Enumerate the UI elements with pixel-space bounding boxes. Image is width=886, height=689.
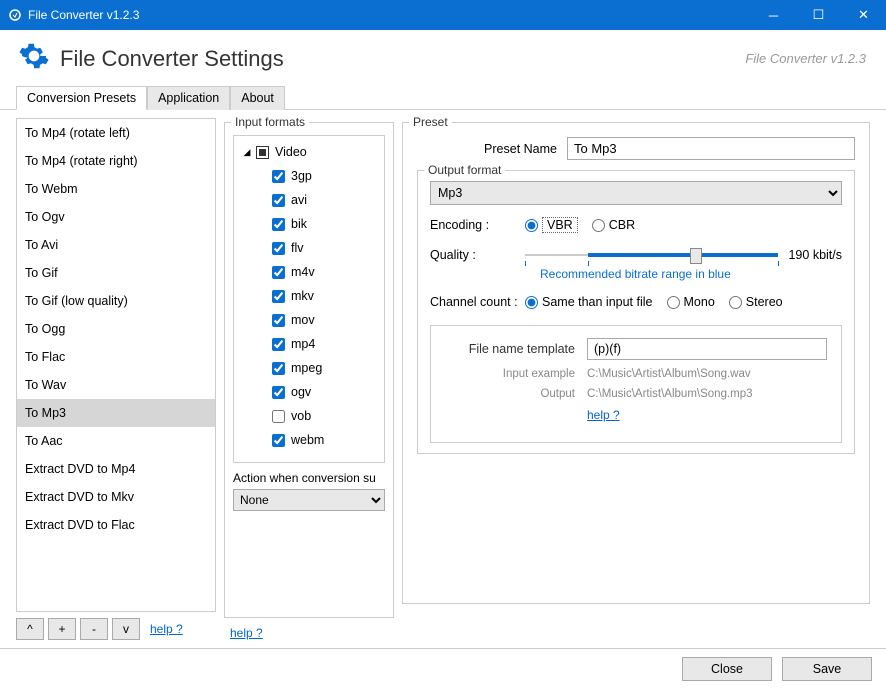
preset-name-label: Preset Name <box>417 142 557 156</box>
preset-item[interactable]: To Mp4 (rotate left) <box>17 119 215 147</box>
minimize-button[interactable]: ─ <box>751 0 796 30</box>
preset-item[interactable]: To Mp4 (rotate right) <box>17 147 215 175</box>
remove-preset-button[interactable]: - <box>80 618 108 640</box>
input-example-value: C:\Music\Artist\Album\Song.wav <box>587 368 751 380</box>
bitrate-note: Recommended bitrate range in blue <box>540 267 842 281</box>
input-formats-column: Input formats ◢ Video 3gpavibikflvm4vmkv… <box>224 118 394 640</box>
input-example-label: Input example <box>445 368 575 380</box>
preset-item[interactable]: To Gif <box>17 259 215 287</box>
template-help-link[interactable]: help ? <box>587 408 620 422</box>
format-item[interactable]: mkv <box>238 284 380 308</box>
version-label: File Converter v1.2.3 <box>745 51 866 66</box>
quality-slider[interactable] <box>525 245 778 265</box>
input-formats-legend: Input formats <box>231 115 309 129</box>
tab-conversion-presets[interactable]: Conversion Presets <box>16 86 147 110</box>
save-button[interactable]: Save <box>782 657 872 681</box>
format-checkbox[interactable] <box>272 434 285 447</box>
output-format-legend: Output format <box>424 163 505 177</box>
close-button[interactable]: Close <box>682 657 772 681</box>
preset-item[interactable]: Extract DVD to Flac <box>17 511 215 539</box>
format-item[interactable]: avi <box>238 188 380 212</box>
close-window-button[interactable]: ✕ <box>841 0 886 30</box>
channel-same-radio[interactable]: Same than input file <box>525 295 653 309</box>
window-title: File Converter v1.2.3 <box>28 8 139 22</box>
preset-list: To Mp4 (rotate left)To Mp4 (rotate right… <box>16 118 216 612</box>
gear-icon <box>18 40 50 77</box>
tab-application[interactable]: Application <box>147 86 230 110</box>
quality-label: Quality : <box>430 248 525 262</box>
channel-mono-radio[interactable]: Mono <box>667 295 715 309</box>
action-select[interactable]: None <box>233 489 385 511</box>
action-label: Action when conversion su <box>233 471 385 485</box>
preset-item[interactable]: To Aac <box>17 427 215 455</box>
format-checkbox[interactable] <box>272 314 285 327</box>
preset-item[interactable]: Extract DVD to Mp4 <box>17 455 215 483</box>
preset-details-column: Preset Preset Name Output format Mp3 Enc… <box>402 118 870 640</box>
move-up-button[interactable]: ^ <box>16 618 44 640</box>
channel-label: Channel count : <box>430 295 525 309</box>
page-title: File Converter Settings <box>60 46 284 72</box>
file-template-label: File name template <box>445 342 575 356</box>
preset-item[interactable]: To Ogv <box>17 203 215 231</box>
preset-item[interactable]: To Gif (low quality) <box>17 287 215 315</box>
channel-stereo-radio[interactable]: Stereo <box>729 295 783 309</box>
preset-item[interactable]: To Mp3 <box>17 399 215 427</box>
format-checkbox[interactable] <box>272 290 285 303</box>
add-preset-button[interactable]: + <box>48 618 76 640</box>
format-item[interactable]: mov <box>238 308 380 332</box>
format-item[interactable]: mpeg <box>238 356 380 380</box>
preset-item[interactable]: To Wav <box>17 371 215 399</box>
output-example-label: Output <box>445 388 575 400</box>
format-checkbox[interactable] <box>272 410 285 423</box>
presets-column: To Mp4 (rotate left)To Mp4 (rotate right… <box>16 118 216 640</box>
output-example-value: C:\Music\Artist\Album\Song.mp3 <box>587 388 753 400</box>
video-mixed-checkbox[interactable] <box>256 146 269 159</box>
format-item[interactable]: webm <box>238 428 380 452</box>
titlebar: File Converter v1.2.3 ─ ☐ ✕ <box>0 0 886 30</box>
format-checkbox[interactable] <box>272 266 285 279</box>
tab-about[interactable]: About <box>230 86 285 110</box>
header: File Converter Settings File Converter v… <box>0 30 886 85</box>
tree-category-video[interactable]: ◢ Video <box>238 140 380 164</box>
output-format-select[interactable]: Mp3 <box>430 181 842 205</box>
collapse-icon[interactable]: ◢ <box>242 141 252 163</box>
preset-item[interactable]: To Avi <box>17 231 215 259</box>
format-checkbox[interactable] <box>272 338 285 351</box>
format-checkbox[interactable] <box>272 362 285 375</box>
file-template-input[interactable] <box>587 338 827 360</box>
preset-name-input[interactable] <box>567 137 855 160</box>
format-item[interactable]: mp4 <box>238 332 380 356</box>
format-item[interactable]: bik <box>238 212 380 236</box>
format-tree[interactable]: ◢ Video 3gpavibikflvm4vmkvmovmp4mpegogvv… <box>233 135 385 463</box>
preset-item[interactable]: To Flac <box>17 343 215 371</box>
format-checkbox[interactable] <box>272 386 285 399</box>
preset-item[interactable]: Extract DVD to Mkv <box>17 483 215 511</box>
format-item[interactable]: 3gp <box>238 164 380 188</box>
format-item[interactable]: flv <box>238 236 380 260</box>
format-checkbox[interactable] <box>272 242 285 255</box>
format-checkbox[interactable] <box>272 218 285 231</box>
maximize-button[interactable]: ☐ <box>796 0 841 30</box>
format-checkbox[interactable] <box>272 170 285 183</box>
preset-legend: Preset <box>409 115 452 129</box>
format-item[interactable]: m4v <box>238 260 380 284</box>
format-item[interactable]: ogv <box>238 380 380 404</box>
app-icon <box>8 8 22 22</box>
format-checkbox[interactable] <box>272 194 285 207</box>
move-down-button[interactable]: v <box>112 618 140 640</box>
preset-item[interactable]: To Ogg <box>17 315 215 343</box>
encoding-label: Encoding : <box>430 218 525 232</box>
quality-value: 190 kbit/s <box>788 248 842 262</box>
format-item[interactable]: vob <box>238 404 380 428</box>
formats-help-link[interactable]: help ? <box>230 626 394 640</box>
preset-item[interactable]: To Webm <box>17 175 215 203</box>
tab-strip: Conversion Presets Application About <box>0 85 886 110</box>
footer: Close Save <box>0 648 886 689</box>
encoding-vbr-radio[interactable]: VBR <box>525 217 578 233</box>
presets-help-link[interactable]: help ? <box>150 622 183 636</box>
encoding-cbr-radio[interactable]: CBR <box>592 218 635 232</box>
